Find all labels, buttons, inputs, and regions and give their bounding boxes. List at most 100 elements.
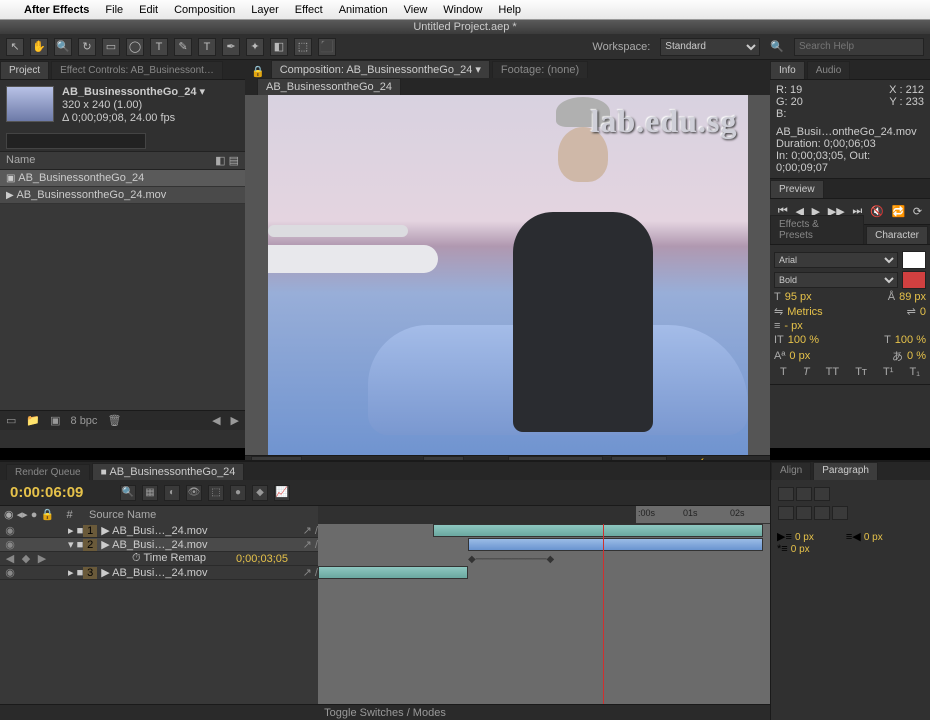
menu-help[interactable]: Help	[498, 4, 521, 16]
layer-row-3[interactable]: ◉ ▸ ■3 ▶ AB_Busi…_24.mov↗ /	[0, 566, 318, 580]
justify-right-icon[interactable]	[814, 506, 830, 520]
lock-icon[interactable]: 🔒	[251, 65, 265, 78]
project-item-comp[interactable]: ▣ AB_BusinessontheGo_24	[0, 170, 245, 187]
tl-search-icon[interactable]: 🔍	[120, 485, 136, 501]
smallcaps-icon[interactable]: Tᴛ	[855, 366, 867, 378]
tab-preview[interactable]: Preview	[770, 180, 824, 198]
paragraph-align-icons[interactable]	[777, 486, 849, 524]
subscript-icon[interactable]: T₁	[910, 366, 920, 378]
toggle-switches-button[interactable]: Toggle Switches / Modes	[324, 707, 446, 719]
layer-row-2[interactable]: ◉ ▾ ■2 ▶ AB_Busi…_24.mov↗ /	[0, 538, 318, 552]
composition-viewer[interactable]: lab.edu.sg	[245, 95, 770, 455]
tab-render-queue[interactable]: Render Queue	[6, 464, 90, 480]
loop-icon[interactable]: 🔁	[891, 205, 905, 218]
selection-tool-icon[interactable]: ↖	[6, 38, 24, 56]
project-item-footage[interactable]: ▶ AB_BusinessontheGo_24.mov	[0, 187, 245, 204]
superscript-icon[interactable]: T¹	[883, 366, 893, 378]
baseline-value[interactable]: 0 px	[789, 350, 810, 362]
menu-animation[interactable]: Animation	[339, 4, 388, 16]
tab-paragraph[interactable]: Paragraph	[813, 462, 878, 480]
hide-shy-icon[interactable]: 👁	[186, 485, 202, 501]
align-center-icon[interactable]	[796, 487, 812, 501]
comp-subtab[interactable]: AB_BusinessontheGo_24	[257, 78, 401, 95]
current-time-display[interactable]: 0:00:06:09	[0, 484, 120, 501]
project-list[interactable]: ▣ AB_BusinessontheGo_24 ▶ AB_Businessont…	[0, 170, 245, 410]
tab-project[interactable]: Project	[0, 61, 49, 79]
tab-audio[interactable]: Audio	[807, 61, 851, 79]
new-comp-icon[interactable]: ▣	[50, 414, 60, 427]
draft3d-icon[interactable]: ◐	[164, 485, 180, 501]
menu-view[interactable]: View	[404, 4, 428, 16]
project-col-name[interactable]: Name	[6, 154, 35, 167]
delete-icon[interactable]: 🗑	[107, 414, 121, 427]
indent-right-value[interactable]: 0 px	[864, 532, 883, 543]
menu-composition[interactable]: Composition	[174, 4, 235, 16]
menu-layer[interactable]: Layer	[251, 4, 279, 16]
tab-align[interactable]: Align	[771, 462, 811, 480]
pan-behind-tool-icon[interactable]: ◯	[126, 38, 144, 56]
new-folder-icon[interactable]: 📁	[26, 414, 40, 427]
rotate-tool-icon[interactable]: ↻	[78, 38, 96, 56]
justify-left-icon[interactable]	[778, 506, 794, 520]
menu-window[interactable]: Window	[443, 4, 482, 16]
layer-bar-3[interactable]	[318, 566, 468, 579]
leading-value[interactable]: 89 px	[899, 291, 926, 303]
eraser-tool-icon[interactable]: ◧	[270, 38, 288, 56]
layer-row-1[interactable]: ◉ ▸ ■1 ▶ AB_Busi…_24.mov↗ /	[0, 524, 318, 538]
layer-bar-2[interactable]	[468, 538, 763, 551]
pen-tool-icon[interactable]: ✎	[174, 38, 192, 56]
clone-tool-icon[interactable]: ✦	[246, 38, 264, 56]
text-tool-icon[interactable]: T	[198, 38, 216, 56]
tab-effects-presets[interactable]: Effects & Presets	[770, 215, 864, 244]
workspace-select[interactable]: Standard	[660, 38, 760, 56]
font-style-select[interactable]: Bold	[774, 272, 898, 288]
motion-blur-icon[interactable]: ●	[230, 485, 246, 501]
timeline-tracks[interactable]: ◆──────────◆	[318, 524, 770, 704]
project-col-type-icon[interactable]: ◧ ▤	[215, 154, 239, 167]
layer-bar-1[interactable]	[433, 524, 763, 537]
tsume-value[interactable]: 0 %	[907, 350, 926, 362]
roto-tool-icon[interactable]: ⬚	[294, 38, 312, 56]
puppet-tool-icon[interactable]: ⬛	[318, 38, 336, 56]
interpret-footage-icon[interactable]: ▭	[6, 414, 16, 427]
fill-swatch[interactable]	[902, 251, 926, 269]
time-remap-row[interactable]: ◀◆▶ ⏱ Time Remap 0;00;03;05	[0, 552, 318, 566]
tab-character[interactable]: Character	[866, 226, 928, 244]
ram-preview-icon[interactable]: ⟳	[913, 205, 922, 218]
mute-icon[interactable]: 🔇	[870, 205, 884, 218]
project-bpc[interactable]: 8 bpc	[71, 415, 98, 427]
camera-tool-icon[interactable]: ▭	[102, 38, 120, 56]
time-ruler[interactable]: :00s 01s 02s 03s 04s 05s 06s 07s 08s 09s	[636, 506, 770, 524]
font-size-value[interactable]: 95 px	[785, 291, 812, 303]
stroke-width-value[interactable]: - px	[784, 320, 802, 332]
brainstorm-icon[interactable]: ◆	[252, 485, 268, 501]
zoom-tool-icon[interactable]: 🔍	[54, 38, 72, 56]
project-search-input[interactable]	[6, 133, 146, 149]
brush-tool-icon[interactable]: ✒	[222, 38, 240, 56]
faux-bold-icon[interactable]: T	[780, 366, 787, 378]
font-family-select[interactable]: Arial	[774, 252, 898, 268]
allcaps-icon[interactable]: TT	[826, 366, 839, 378]
scroll-left-icon[interactable]: ◀	[212, 414, 220, 427]
help-search-input[interactable]	[794, 38, 924, 56]
faux-italic-icon[interactable]: T	[803, 366, 810, 378]
scroll-right-icon[interactable]: ▶	[231, 414, 239, 427]
composition-mini-flowchart-icon[interactable]: ▦	[142, 485, 158, 501]
indent-first-value[interactable]: 0 px	[791, 544, 810, 555]
tab-effect-controls[interactable]: Effect Controls: AB_Businessont…	[51, 61, 223, 79]
menu-file[interactable]: File	[105, 4, 123, 16]
stroke-swatch[interactable]	[902, 271, 926, 289]
align-right-icon[interactable]	[814, 487, 830, 501]
rect-tool-icon[interactable]: T	[150, 38, 168, 56]
frame-blend-icon[interactable]: ⬚	[208, 485, 224, 501]
tab-footage-viewer[interactable]: Footage: (none)	[492, 61, 588, 78]
tab-timeline-comp[interactable]: ■ AB_BusinessontheGo_24	[92, 463, 245, 480]
vscale-value[interactable]: 100 %	[788, 334, 819, 346]
time-remap-value[interactable]: 0;00;03;05	[236, 553, 288, 565]
menu-edit[interactable]: Edit	[139, 4, 158, 16]
tab-info[interactable]: Info	[770, 61, 805, 79]
menu-effect[interactable]: Effect	[295, 4, 323, 16]
tab-composition-viewer[interactable]: Composition: AB_BusinessontheGo_24 ▾	[271, 60, 490, 78]
graph-editor-icon[interactable]: 📈	[274, 485, 290, 501]
metrics-value[interactable]: Metrics	[787, 306, 822, 318]
